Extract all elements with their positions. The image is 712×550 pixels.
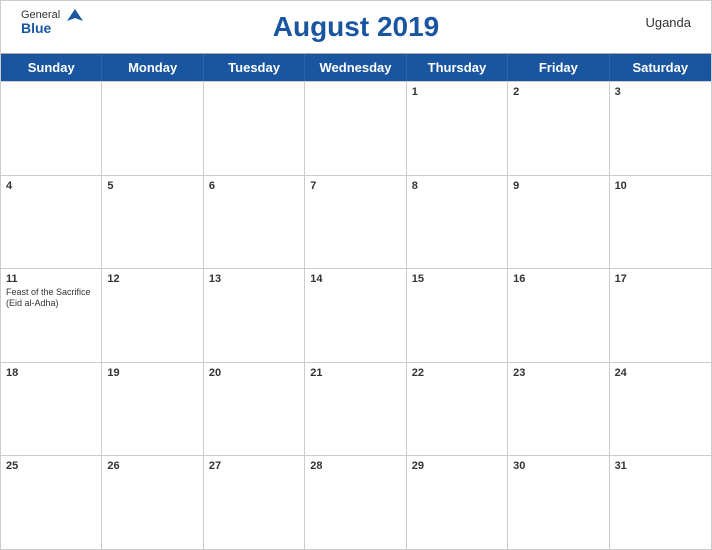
calendar: General Blue August 2019 Uganda SundayMo… [0,0,712,550]
day-number: 6 [209,180,215,192]
day-cell [102,82,203,175]
day-cell: 3 [610,82,711,175]
day-cell: 15 [407,269,508,362]
day-cell: 13 [204,269,305,362]
day-number: 8 [412,180,418,192]
day-number: 29 [412,460,424,472]
day-header-wednesday: Wednesday [305,54,406,81]
day-number: 18 [6,367,18,379]
day-cell: 7 [305,176,406,269]
day-header-saturday: Saturday [610,54,711,81]
day-cell: 23 [508,363,609,456]
day-cell: 1 [407,82,508,175]
day-number: 4 [6,180,12,192]
day-cell: 27 [204,456,305,549]
day-number: 25 [6,460,18,472]
day-cell: 12 [102,269,203,362]
day-header-tuesday: Tuesday [204,54,305,81]
logo: General Blue [21,9,86,36]
day-cell: 21 [305,363,406,456]
day-number: 13 [209,273,221,285]
logo-blue-text: Blue [21,21,60,36]
day-cell: 25 [1,456,102,549]
country-label: Uganda [645,15,691,30]
day-number: 11 [6,273,18,285]
day-number: 3 [615,86,621,98]
week-row-5: 25 26 27 28 29 30 31 [1,455,711,549]
calendar-title: August 2019 [273,11,440,43]
day-number: 30 [513,460,525,472]
day-header-monday: Monday [102,54,203,81]
day-header-thursday: Thursday [407,54,508,81]
day-cell: 11 Feast of the Sacrifice (Eid al-Adha) [1,269,102,362]
day-number: 20 [209,367,221,379]
day-number: 10 [615,180,627,192]
day-header-sunday: Sunday [1,54,102,81]
day-number: 7 [310,180,316,192]
day-number: 14 [310,273,322,285]
day-cell: 16 [508,269,609,362]
day-number: 16 [513,273,525,285]
day-cell: 9 [508,176,609,269]
weeks-container: 1234567891011Feast of the Sacrifice (Eid… [1,81,711,549]
day-number: 22 [412,367,424,379]
day-cell: 6 [204,176,305,269]
day-number: 12 [107,273,119,285]
day-number: 23 [513,367,525,379]
day-number: 24 [615,367,627,379]
day-cell: 29 [407,456,508,549]
day-cell: 26 [102,456,203,549]
day-cell: 22 [407,363,508,456]
day-number: 2 [513,86,519,98]
day-cell: 30 [508,456,609,549]
day-number: 28 [310,460,322,472]
day-number: 26 [107,460,119,472]
day-cell: 8 [407,176,508,269]
day-number: 1 [412,86,418,98]
day-cell: 28 [305,456,406,549]
holiday-label: Feast of the Sacrifice (Eid al-Adha) [6,287,96,309]
day-cell [305,82,406,175]
week-row-4: 18 19 20 21 22 23 24 [1,362,711,456]
day-cell: 14 [305,269,406,362]
day-cell: 4 [1,176,102,269]
day-cell [204,82,305,175]
day-headers-row: SundayMondayTuesdayWednesdayThursdayFrid… [1,54,711,81]
day-cell [1,82,102,175]
day-number: 19 [107,367,119,379]
day-number: 17 [615,273,627,285]
week-row-3: 11 Feast of the Sacrifice (Eid al-Adha) 12… [1,268,711,362]
logo-bird-icon [64,7,86,34]
day-number: 9 [513,180,519,192]
day-cell: 24 [610,363,711,456]
week-row-1: 1 2 3 [1,81,711,175]
week-row-2: 4 5 6 7 8 9 10 [1,175,711,269]
day-cell: 31 [610,456,711,549]
day-cell: 19 [102,363,203,456]
day-cell: 10 [610,176,711,269]
day-cell: 18 [1,363,102,456]
calendar-header: General Blue August 2019 Uganda [1,1,711,53]
calendar-grid: SundayMondayTuesdayWednesdayThursdayFrid… [1,53,711,549]
day-cell: 17 [610,269,711,362]
day-cell: 5 [102,176,203,269]
day-number: 31 [615,460,627,472]
day-number: 5 [107,180,113,192]
day-cell: 20 [204,363,305,456]
day-number: 27 [209,460,221,472]
day-number: 21 [310,367,322,379]
day-number: 15 [412,273,424,285]
day-cell: 2 [508,82,609,175]
day-header-friday: Friday [508,54,609,81]
